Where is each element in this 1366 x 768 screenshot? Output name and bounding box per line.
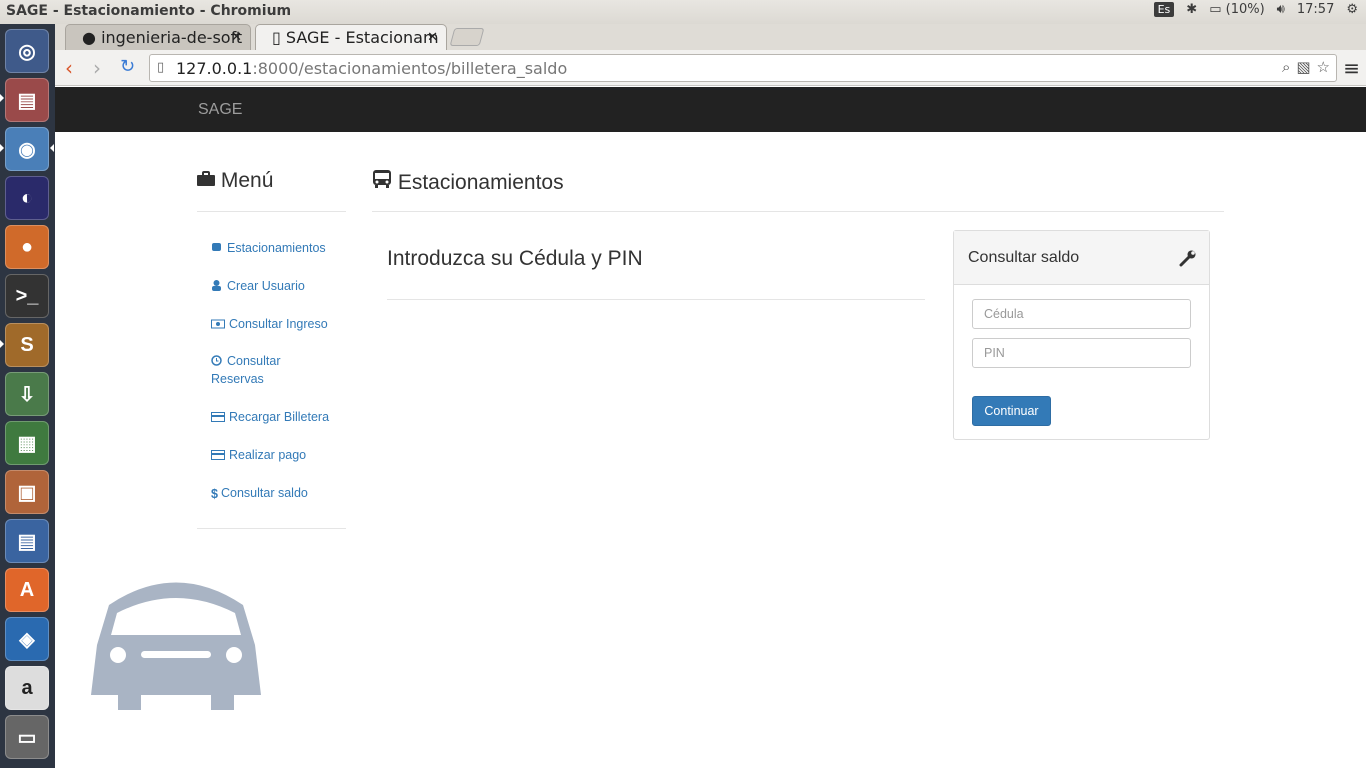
eclipse-icon[interactable]: ◐: [5, 176, 49, 220]
navbar: SAGE: [55, 87, 1366, 132]
tab-label: ingenieria-de-soft: [101, 28, 243, 47]
tab-strip: ● ingenieria-de-soft ✕ ▯ SAGE - Estacion…: [55, 24, 1366, 50]
files-icon[interactable]: ▤: [5, 78, 49, 122]
user-icon: [211, 278, 223, 291]
trash-icon[interactable]: ▭: [5, 715, 49, 759]
active-indicator: [50, 144, 54, 152]
bluetooth-icon[interactable]: ✱: [1186, 2, 1197, 17]
dollar-icon: $: [211, 487, 218, 501]
url-path: :8000/estacionamientos/billetera_saldo: [252, 59, 568, 78]
sidebar-item-label: Consultar saldo: [221, 486, 308, 500]
money-icon: [211, 316, 225, 329]
divider: [372, 211, 1224, 212]
briefcase-icon: [197, 169, 221, 192]
chromium-icon[interactable]: ◉: [5, 127, 49, 171]
battery-percent: (10%): [1225, 2, 1265, 17]
amazon-icon[interactable]: a: [5, 666, 49, 710]
close-icon[interactable]: ✕: [231, 30, 242, 45]
github-icon: ●: [82, 28, 96, 47]
page-icon: ▯: [157, 60, 165, 75]
sidebar-item-label: Consultar: [227, 354, 281, 368]
dropbox-icon[interactable]: ◈: [5, 617, 49, 661]
close-icon[interactable]: ✕: [427, 30, 438, 45]
window-title: SAGE - Estacionamiento - Chromium: [6, 3, 292, 19]
bus-icon: [211, 240, 223, 251]
cedula-input[interactable]: [972, 299, 1191, 329]
url-host: 127.0.0.1: [176, 59, 253, 78]
sublime-text-icon[interactable]: S: [5, 323, 49, 367]
battery-icon: ▭: [1209, 2, 1222, 17]
panel-title: Consultar saldo: [968, 249, 1080, 266]
forward-icon[interactable]: ›: [93, 56, 101, 80]
sidebar-item-consultar-saldo[interactable]: $ Consultar saldo: [211, 484, 308, 502]
sidebar-title: Menú: [197, 169, 273, 193]
card-icon: [211, 447, 225, 460]
clock[interactable]: 17:57: [1297, 2, 1334, 17]
sidebar-item-label: Realizar pago: [229, 448, 307, 462]
running-indicator: [0, 340, 4, 348]
running-indicator: [0, 144, 4, 152]
web-page: SAGE Menú Estacionamientos Crear Usuario…: [55, 87, 1366, 768]
terminal-icon[interactable]: >_: [5, 274, 49, 318]
sidebar-title-text: Menú: [220, 169, 274, 192]
navbar-brand[interactable]: SAGE: [198, 101, 242, 119]
sidebar-item-label: Recargar Billetera: [229, 410, 330, 424]
sidebar-item-label: Consultar Ingreso: [229, 317, 328, 331]
system-top-bar: SAGE - Estacionamiento - Chromium Es ✱ ▭…: [0, 0, 1366, 24]
impress-icon[interactable]: ▣: [5, 470, 49, 514]
divider: [197, 211, 346, 212]
balance-panel: Consultar saldo Continuar: [953, 230, 1210, 440]
sidebar-item-label: Estacionamientos: [227, 241, 326, 255]
update-icon[interactable]: ⇩: [5, 372, 49, 416]
calc-icon[interactable]: ▦: [5, 421, 49, 465]
tab-label: SAGE - Estacionam: [285, 28, 439, 47]
sidebar-item-consultar-reservas[interactable]: Consultar Reservas: [211, 352, 321, 388]
hamburger-menu-icon[interactable]: ≡: [1343, 56, 1360, 80]
sidebar-item-consultar-ingreso[interactable]: Consultar Ingreso: [211, 315, 328, 333]
divider: [387, 299, 925, 300]
star-icon[interactable]: ☆: [1317, 58, 1330, 76]
divider: [197, 528, 346, 529]
car-illustration: [89, 565, 263, 717]
keyboard-layout-indicator[interactable]: Es: [1153, 2, 1175, 17]
volume-icon[interactable]: 🔊︎: [1277, 2, 1285, 17]
clock-icon: [211, 353, 223, 366]
back-icon[interactable]: ‹: [65, 56, 73, 80]
gear-icon[interactable]: ⚙: [1346, 2, 1358, 17]
form-heading: Introduzca su Cédula y PIN: [387, 247, 643, 270]
wrench-icon: [1179, 249, 1197, 271]
sidebar-item-label-line2: Reservas: [211, 372, 264, 386]
ubuntu-dash-icon[interactable]: ◎: [5, 29, 49, 73]
firefox-icon[interactable]: ●: [5, 225, 49, 269]
sidebar-item-crear-usuario[interactable]: Crear Usuario: [211, 277, 305, 295]
page-title: Estacionamientos: [372, 169, 564, 195]
search-icon[interactable]: ⌕: [1282, 58, 1290, 76]
software-center-icon[interactable]: A: [5, 568, 49, 612]
tab-github[interactable]: ● ingenieria-de-soft ✕: [65, 24, 251, 50]
sidebar-item-realizar-pago[interactable]: Realizar pago: [211, 446, 306, 464]
launcher: ◎ ▤ ◉ ◐ ● >_ S ⇩ ▦ ▣ ▤ A ◈ a ▭: [0, 24, 55, 768]
browser-toolbar: ‹ › ↻ ▯ 127.0.0.1:8000/estacionamientos/…: [55, 50, 1366, 86]
new-tab-button[interactable]: [449, 28, 485, 46]
page-icon: ▯: [272, 28, 281, 47]
battery-indicator[interactable]: ▭ (10%): [1209, 2, 1264, 17]
system-tray: Es ✱ ▭ (10%) 🔊︎ 17:57 ⚙: [1153, 2, 1358, 17]
bus-icon: [372, 170, 398, 194]
card-icon: [211, 409, 225, 422]
writer-icon[interactable]: ▤: [5, 519, 49, 563]
running-indicator: [0, 94, 4, 102]
sidebar-item-label: Crear Usuario: [227, 279, 305, 293]
pin-input[interactable]: [972, 338, 1191, 368]
sidebar-item-estacionamientos[interactable]: Estacionamientos: [211, 239, 326, 257]
address-bar[interactable]: ▯ 127.0.0.1:8000/estacionamientos/billet…: [149, 54, 1337, 82]
panel-header: Consultar saldo: [954, 231, 1209, 285]
tab-sage[interactable]: ▯ SAGE - Estacionam ✕: [255, 24, 447, 50]
translate-icon[interactable]: ▧: [1296, 58, 1310, 76]
continue-button[interactable]: Continuar: [972, 396, 1051, 426]
page-title-text: Estacionamientos: [397, 171, 564, 194]
reload-icon[interactable]: ↻: [120, 56, 135, 77]
sidebar-item-recargar-billetera[interactable]: Recargar Billetera: [211, 408, 329, 426]
